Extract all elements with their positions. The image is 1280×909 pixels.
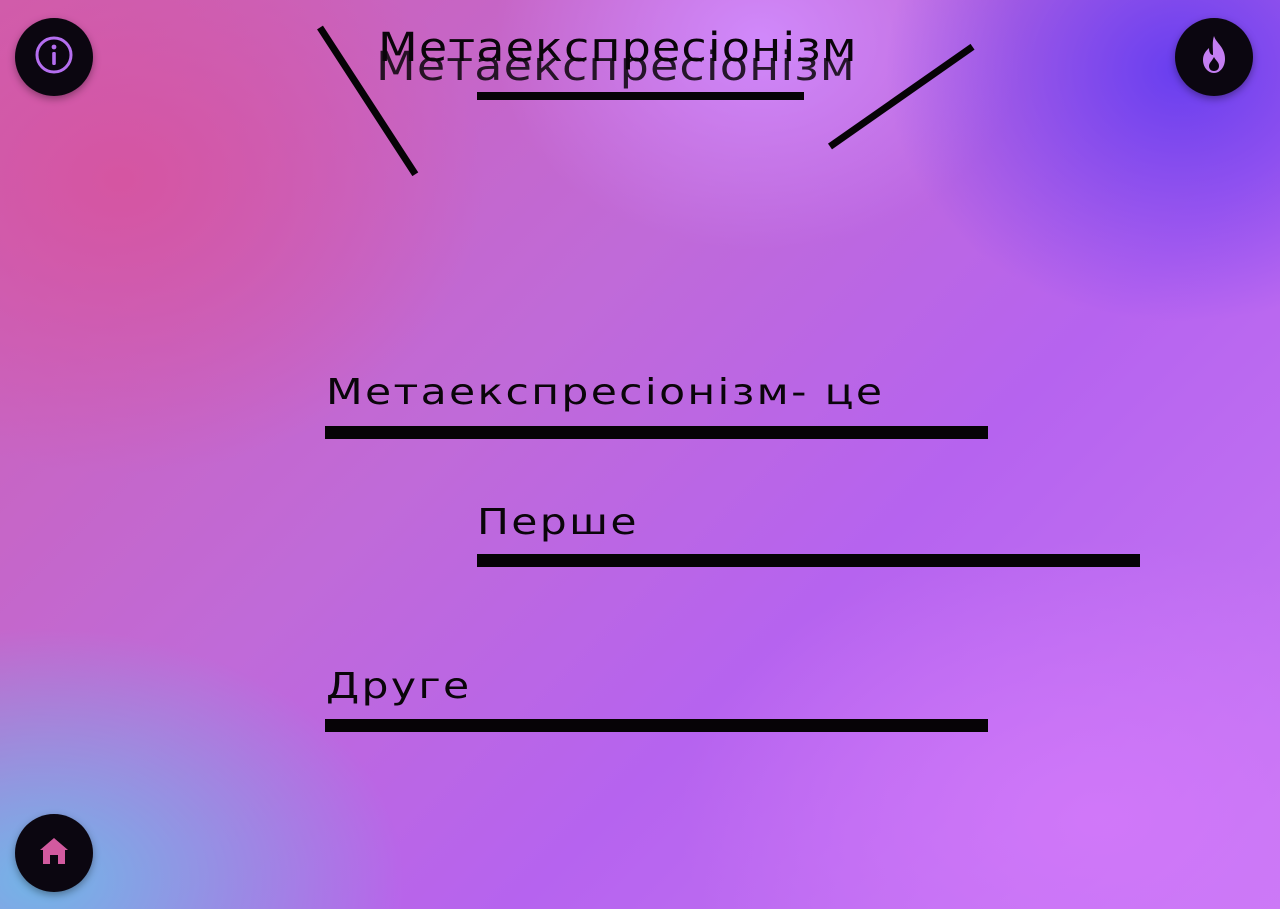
definition-label: Метаекспресіонізм- це [326,372,885,413]
fire-icon [1194,33,1234,81]
fire-button[interactable] [1175,18,1253,96]
info-button[interactable] [15,18,93,96]
page-title-echo: Метаекспресіонізм [376,44,856,90]
title-underline [477,92,804,100]
info-icon [32,33,76,81]
first-label: Перше [477,502,639,543]
second-label: Друге [326,666,472,707]
home-icon [37,834,71,872]
second-input-line[interactable] [325,719,988,732]
first-input-line[interactable] [477,554,1140,567]
definition-input-line[interactable] [325,426,988,439]
home-button[interactable] [15,814,93,892]
